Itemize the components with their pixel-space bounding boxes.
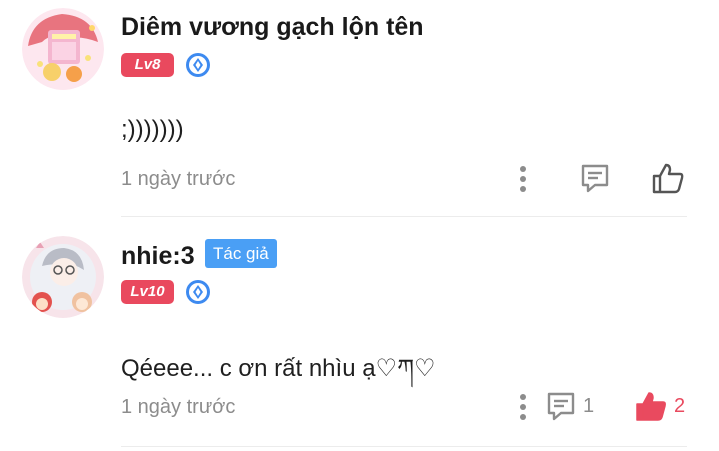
like-button[interactable]: 2	[634, 390, 685, 422]
timestamp: 1 ngày trước	[121, 396, 236, 418]
like-count: 2	[674, 394, 686, 417]
reply-count: 1	[583, 394, 595, 417]
thumbs-up-icon	[636, 392, 666, 421]
more-vertical-icon[interactable]	[512, 392, 534, 422]
timestamp: 1 ngày trước	[121, 168, 236, 190]
like-button[interactable]	[651, 162, 691, 194]
comment-item: Diêm vương gạch lộn tên Lv8 ;))))))) 1 n…	[0, 0, 719, 218]
username[interactable]: nhie:3	[121, 242, 195, 271]
comment-icon	[547, 392, 575, 421]
reply-button[interactable]	[579, 162, 617, 194]
thumbs-up-icon	[652, 163, 684, 194]
author-badge: Tác giả	[205, 239, 277, 268]
level-badge: Lv8	[121, 53, 174, 77]
divider	[121, 216, 687, 217]
reply-button[interactable]: 1	[545, 390, 594, 422]
level-badge: Lv10	[121, 280, 174, 304]
username[interactable]: Diêm vương gạch lộn tên	[121, 13, 424, 42]
rank-diamond-icon	[185, 52, 211, 78]
divider	[121, 446, 687, 447]
comment-item: nhie:3 Tác giả Lv10 Qéeee... c ơn rất nh…	[0, 218, 719, 451]
avatar[interactable]	[22, 236, 104, 318]
comment-text: ;)))))))	[121, 116, 184, 143]
avatar[interactable]	[22, 8, 104, 90]
comment-icon	[581, 164, 609, 193]
rank-diamond-icon	[185, 279, 211, 305]
more-vertical-icon[interactable]	[512, 164, 534, 194]
